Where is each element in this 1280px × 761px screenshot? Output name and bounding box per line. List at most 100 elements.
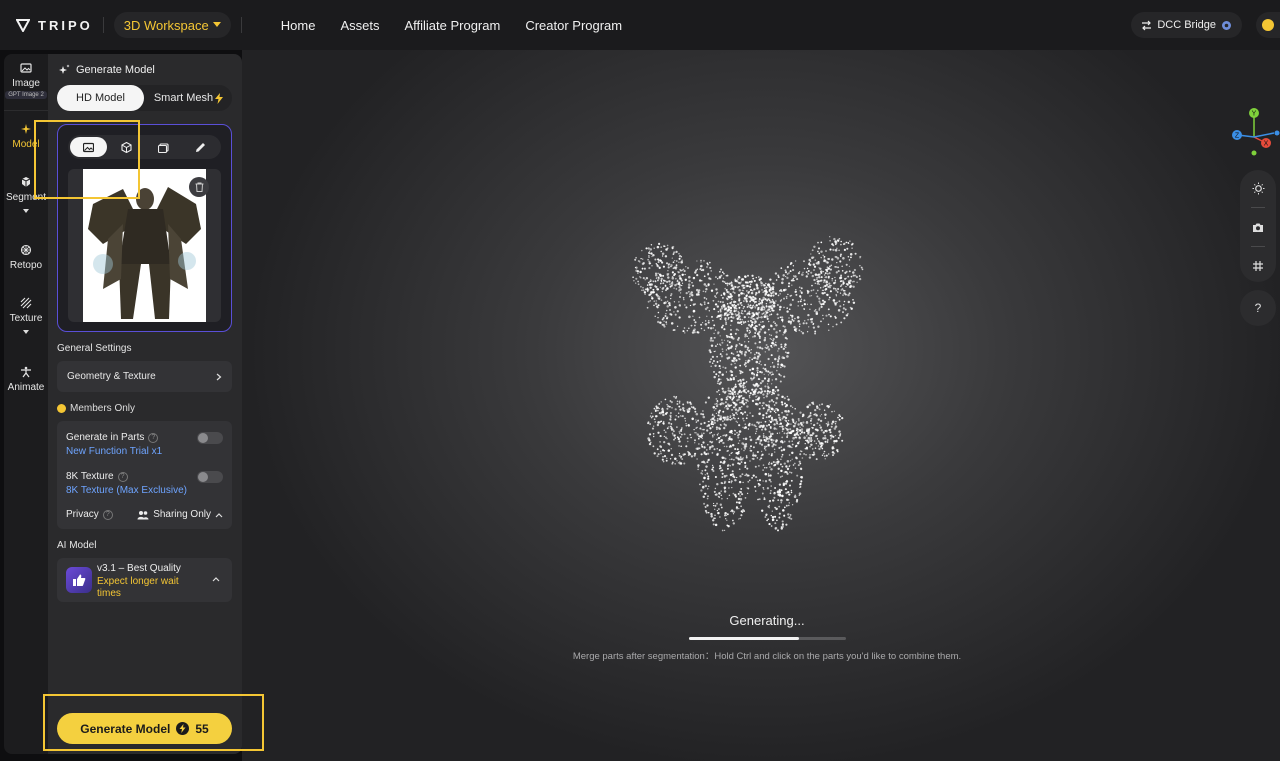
point xyxy=(770,324,772,327)
point xyxy=(767,518,769,520)
screenshot-button[interactable] xyxy=(1240,215,1276,239)
credits-button[interactable] xyxy=(1256,12,1280,38)
dcc-bridge-button[interactable]: DCC Bridge xyxy=(1131,12,1242,38)
help-icon[interactable]: ? xyxy=(148,432,159,443)
point xyxy=(673,438,675,441)
point xyxy=(653,425,655,427)
point xyxy=(742,426,744,428)
point xyxy=(762,464,765,466)
smart-mesh-tab[interactable]: Smart Mesh xyxy=(145,85,232,111)
point xyxy=(828,329,830,331)
point xyxy=(814,332,817,335)
privacy-dropdown[interactable]: Sharing Only xyxy=(137,509,223,520)
rail-item-retopo[interactable]: Retopo xyxy=(4,244,48,271)
point xyxy=(707,273,710,276)
texture-8k-toggle[interactable] xyxy=(197,471,223,483)
nav-home[interactable]: Home xyxy=(281,18,316,33)
point xyxy=(641,289,643,291)
point xyxy=(764,516,767,518)
point xyxy=(823,409,826,411)
point xyxy=(676,460,678,462)
point xyxy=(687,424,690,427)
point xyxy=(756,357,759,360)
point xyxy=(768,478,771,482)
point xyxy=(806,331,809,333)
point xyxy=(743,310,747,313)
point xyxy=(781,321,784,323)
rail-item-image[interactable]: Image GPT Image 2 xyxy=(4,62,48,99)
help-icon[interactable]: ? xyxy=(117,471,128,482)
point xyxy=(737,409,739,412)
tab-multi-image[interactable] xyxy=(145,137,182,157)
point xyxy=(812,401,815,404)
point xyxy=(771,287,775,291)
point xyxy=(655,405,658,408)
point xyxy=(671,276,675,280)
point xyxy=(726,395,729,398)
point xyxy=(690,324,693,327)
point xyxy=(695,432,697,434)
geometry-texture-row[interactable]: Geometry & Texture xyxy=(57,361,232,392)
workspace-dropdown[interactable]: 3D Workspace xyxy=(113,12,231,38)
ai-model-dropdown[interactable]: v3.1 – Best Quality Expect longer wait t… xyxy=(57,558,232,602)
gizmo-z-label: Z xyxy=(1235,133,1240,140)
delete-image-button[interactable] xyxy=(189,177,209,197)
nav-affiliate-program[interactable]: Affiliate Program xyxy=(404,18,500,33)
point xyxy=(700,259,702,262)
point xyxy=(760,450,763,453)
point xyxy=(739,378,742,382)
point xyxy=(758,290,761,293)
nav-assets[interactable]: Assets xyxy=(340,18,379,33)
point xyxy=(779,463,782,466)
point xyxy=(709,327,713,330)
point xyxy=(725,518,727,520)
tab-sketch[interactable] xyxy=(182,137,219,157)
point xyxy=(848,270,851,273)
point xyxy=(810,303,812,306)
point xyxy=(781,465,784,468)
point xyxy=(651,255,653,258)
point xyxy=(754,357,757,359)
help-button[interactable]: ? xyxy=(1240,290,1276,326)
point xyxy=(684,278,687,281)
point xyxy=(721,271,724,274)
generate-parts-label: Generate in Parts ? xyxy=(66,432,159,443)
point xyxy=(718,467,721,470)
point xyxy=(730,373,734,377)
rail-item-texture[interactable]: Texture xyxy=(4,297,48,334)
point xyxy=(716,453,719,456)
nav-creator-program[interactable]: Creator Program xyxy=(525,18,622,33)
point xyxy=(816,278,818,281)
grid-toggle-button[interactable] xyxy=(1240,254,1276,278)
3d-viewport[interactable]: Generating... Merge parts after segmenta… xyxy=(242,50,1280,761)
generate-parts-toggle[interactable] xyxy=(197,432,223,444)
point xyxy=(665,309,668,312)
point xyxy=(678,402,681,404)
lighting-button[interactable] xyxy=(1240,176,1276,200)
point xyxy=(756,369,759,372)
point xyxy=(749,460,751,462)
point xyxy=(662,420,665,423)
point xyxy=(759,412,761,414)
point xyxy=(666,427,669,430)
point xyxy=(796,442,800,445)
point xyxy=(694,324,696,327)
point xyxy=(774,526,778,530)
axis-gizmo[interactable]: Y Z X xyxy=(1228,105,1280,157)
point xyxy=(735,420,737,422)
point xyxy=(770,432,772,434)
point xyxy=(729,473,733,477)
point xyxy=(812,322,815,325)
rail-item-animate[interactable]: Animate xyxy=(4,366,48,393)
hd-model-tab[interactable]: HD Model xyxy=(57,85,144,111)
point xyxy=(737,417,740,420)
logo[interactable]: TRIPO xyxy=(16,18,93,33)
point xyxy=(760,390,763,393)
help-icon[interactable]: ? xyxy=(102,509,113,520)
point xyxy=(678,281,680,284)
point xyxy=(649,433,652,436)
point xyxy=(782,347,785,351)
point xyxy=(714,475,717,479)
point xyxy=(715,407,717,410)
point xyxy=(649,423,651,425)
